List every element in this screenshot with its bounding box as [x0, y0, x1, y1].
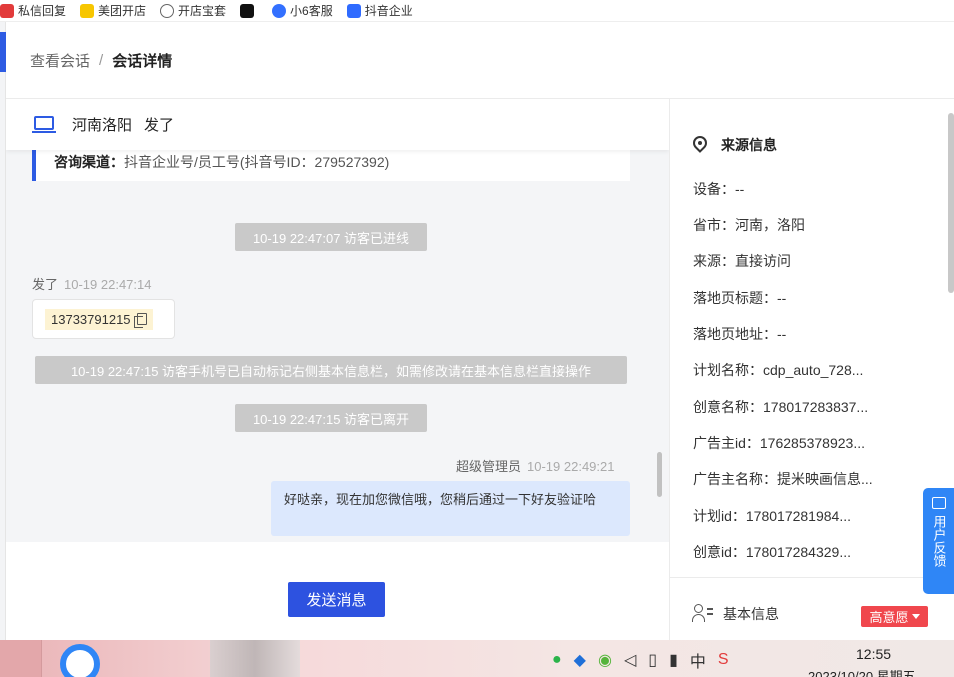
copy-icon[interactable] — [133, 313, 147, 328]
basic-info-header: 基本信息 — [692, 604, 779, 624]
user-feedback-button[interactable]: 用户反馈 — [923, 488, 954, 594]
channel-value: 抖音企业号/员工号(抖音号ID：279527392) — [124, 154, 390, 170]
chat-area: 河南洛阳 发了 咨询渠道： 抖音企业号/员工号(抖音号ID：279527392)… — [6, 99, 669, 640]
globe-icon — [160, 3, 175, 18]
breadcrumb-view-conversations[interactable]: 查看会话 — [30, 50, 90, 71]
source-info-title: 来源信息 — [690, 133, 777, 155]
admin-message-time: 10-19 22:49:21 — [527, 459, 615, 474]
info-plan-id: 计划id：178017281984... — [693, 508, 851, 524]
info-plan-name: 计划名称：cdp_auto_728... — [693, 362, 864, 378]
shield-icon[interactable]: ◆ — [574, 650, 586, 670]
browser-icon[interactable]: ◉ — [598, 650, 612, 670]
admin-name: 超级管理员 — [456, 459, 522, 474]
tiktok-icon — [240, 3, 255, 18]
info-landing-title: 落地页标题：-- — [693, 290, 787, 306]
visitor-name: 发了 — [32, 277, 59, 292]
visitor-last-message: 发了 — [144, 117, 175, 134]
bookmark-tiktok[interactable] — [240, 3, 258, 18]
info-province: 省市：河南，洛阳 — [693, 217, 805, 233]
phone-number-chip[interactable]: 13733791215 — [45, 308, 153, 330]
phone-number: 13733791215 — [51, 311, 131, 327]
send-message-button[interactable]: 发送消息 — [288, 582, 385, 617]
bookmark-private-reply[interactable]: 私信回复 — [0, 2, 66, 19]
breadcrumb-separator: / — [99, 51, 104, 69]
meituan-icon — [80, 3, 95, 18]
intent-level-dropdown[interactable]: 高意愿 — [861, 606, 928, 627]
system-tray: ● ◆ ◉ ◁ ▯ ▮ 中 S — [552, 648, 741, 672]
user-profile-icon — [692, 604, 714, 624]
feedback-label: 用户反馈 — [931, 515, 947, 567]
visitor-location: 河南洛阳 — [72, 117, 133, 134]
laptop-icon — [32, 115, 56, 134]
conversation-detail-panel: 查看会话 / 会话详情 河南洛阳 发了 咨询渠道： 抖音企业号/员工号(抖音号I… — [6, 22, 954, 640]
caret-down-icon — [911, 614, 920, 619]
douyin-enterprise-icon — [346, 3, 361, 18]
wechat-icon[interactable]: ● — [552, 651, 562, 669]
bookmark-icon — [0, 3, 14, 18]
chat-bubble-icon — [272, 3, 287, 18]
system-message-phone-marked: 10-19 22:47:15 访客手机号已自动标记右侧基本信息栏，如需修改请在基… — [35, 356, 627, 384]
bookmark-xiao6[interactable]: 小6客服 — [272, 2, 333, 19]
visitor-message-meta: 发了 10-19 22:47:14 — [32, 274, 151, 293]
taskbar: ● ◆ ◉ ◁ ▯ ▮ 中 S 12:55 2023/10/20 星期五 — [0, 640, 954, 677]
breadcrumb: 查看会话 / 会话详情 — [6, 22, 954, 99]
system-message-leave: 10-19 22:47:15 访客已离开 — [235, 404, 427, 432]
feedback-icon — [931, 497, 946, 509]
ime-indicator[interactable]: 中 — [690, 648, 706, 672]
signal-icon[interactable]: ▮ — [669, 650, 678, 670]
bookmark-douyin-enterprise[interactable]: 抖音企业 — [346, 2, 413, 19]
source-info-panel: 来源信息 设备：-- 省市：河南，洛阳 来源：直接访问 落地页标题：-- 落地页… — [669, 99, 954, 640]
info-advertiser-id: 广告主id：176285378923... — [693, 435, 865, 451]
bookmark-meituan[interactable]: 美团开店 — [80, 2, 146, 19]
send-area: 发送消息 — [6, 542, 669, 640]
taskbar-wallpaper — [210, 640, 300, 677]
info-advertiser-name: 广告主名称：提米映画信息... — [693, 471, 873, 487]
info-creative-id: 创意id：178017284329... — [693, 544, 851, 560]
info-landing-url: 落地页地址：-- — [693, 326, 787, 342]
breadcrumb-current: 会话详情 — [112, 52, 173, 70]
battery-icon[interactable]: ▯ — [648, 650, 657, 670]
chat-scrollbar[interactable] — [657, 452, 662, 497]
bookmark-kaidianbao[interactable]: 开店宝套 — [160, 2, 226, 19]
info-divider — [670, 577, 954, 578]
system-message-enter: 10-19 22:47:07 访客已进线 — [235, 223, 427, 251]
volume-icon[interactable]: ◁ — [624, 650, 636, 670]
clock-date[interactable]: 2023/10/20 星期五 — [808, 666, 916, 677]
admin-message-bubble: 好哒亲，现在加您微信哦，您稍后通过一下好友验证哈 — [271, 481, 630, 536]
start-button[interactable] — [0, 640, 42, 677]
channel-label: 咨询渠道： — [54, 154, 124, 170]
info-device: 设备：-- — [693, 181, 745, 197]
admin-message-meta: 超级管理员 10-19 22:49:21 — [456, 456, 614, 475]
visitor-message-bubble: 13733791215 — [32, 299, 175, 339]
info-creative-name: 创意名称：178017283837... — [693, 399, 869, 415]
location-pin-icon — [690, 133, 710, 154]
info-scrollbar[interactable] — [948, 113, 954, 293]
info-source: 来源：直接访问 — [693, 253, 791, 269]
sogou-icon[interactable]: S — [718, 651, 729, 669]
taskbar-app-icon[interactable] — [60, 644, 100, 677]
visitor-message-time: 10-19 22:47:14 — [64, 277, 152, 292]
bookmarks-bar: 私信回复 美团开店 开店宝套 小6客服 抖音企业 — [0, 0, 954, 22]
visitor-header: 河南洛阳 发了 — [6, 99, 669, 150]
clock-time[interactable]: 12:55 — [856, 646, 891, 662]
